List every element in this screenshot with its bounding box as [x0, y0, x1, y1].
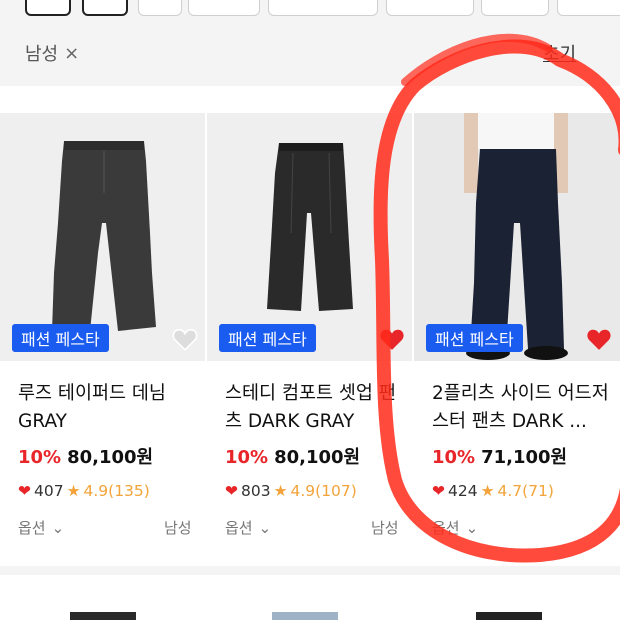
active-filter-tag[interactable]: 남성 ×	[25, 40, 79, 66]
product-name[interactable]: 루즈 테이퍼드 데님 GRAY	[18, 380, 198, 436]
star-icon: ★	[273, 482, 288, 500]
next-row-images	[70, 612, 542, 622]
chevron-down-icon: ⌄	[258, 518, 272, 537]
option-label: 옵션	[225, 519, 253, 537]
rating: 4.9(107)	[290, 482, 357, 500]
product-stats: ❤ 407 ★ 4.9(135)	[18, 482, 150, 500]
active-filter-label: 남성	[25, 44, 59, 65]
option-label: 옵션	[432, 519, 460, 537]
rating: 4.7(71)	[497, 482, 554, 500]
heart-filled-icon[interactable]	[586, 327, 612, 351]
heart-outline-icon[interactable]	[172, 327, 198, 351]
product-name[interactable]: 스테디 컴포트 셋업 팬츠 DARK GRAY	[225, 380, 405, 436]
filter-chip[interactable]	[188, 0, 260, 16]
sale-price: 80,100원	[274, 447, 361, 468]
product-image-peek	[272, 612, 338, 622]
star-icon: ★	[480, 482, 495, 500]
option-dropdown[interactable]: 옵션 ⌄	[432, 517, 478, 538]
product-price: 10% 71,100원	[432, 443, 567, 469]
option-label: 옵션	[18, 519, 46, 537]
like-count: 803	[241, 482, 271, 500]
product-price: 10% 80,100원	[18, 443, 153, 469]
promo-badge: 패션 페스타	[12, 324, 109, 352]
filter-chip[interactable]	[557, 0, 620, 16]
heart-icon: ❤	[432, 482, 445, 500]
gender-label: 남성	[164, 519, 192, 537]
filter-chip[interactable]	[481, 0, 549, 16]
filter-chip[interactable]	[138, 0, 182, 16]
filter-chip[interactable]	[386, 0, 474, 16]
product-name[interactable]: 2플리츠 사이드 어드저스터 팬츠 DARK ...	[432, 380, 612, 436]
close-icon[interactable]: ×	[64, 43, 79, 64]
promo-badge: 패션 페스타	[219, 324, 316, 352]
filter-chip[interactable]	[25, 0, 71, 16]
heart-icon: ❤	[18, 482, 31, 500]
promo-badge: 패션 페스타	[426, 324, 523, 352]
like-count: 424	[448, 482, 478, 500]
option-dropdown[interactable]: 옵션 ⌄	[18, 517, 64, 538]
rating: 4.9(135)	[83, 482, 150, 500]
heart-filled-icon[interactable]	[379, 327, 405, 351]
product-stats: ❤ 424 ★ 4.7(71)	[432, 482, 554, 500]
sale-price: 71,100원	[481, 447, 568, 468]
chevron-down-icon: ⌄	[51, 518, 65, 537]
discount-rate: 10%	[432, 447, 476, 468]
filter-chip[interactable]	[82, 0, 128, 16]
product-image-peek	[70, 612, 136, 622]
like-count: 407	[34, 482, 64, 500]
reset-filters-button[interactable]: 초기	[543, 40, 576, 66]
product-image-peek	[476, 612, 542, 622]
discount-rate: 10%	[18, 447, 62, 468]
gender-label: 남성	[371, 519, 399, 537]
product-price: 10% 80,100원	[225, 443, 360, 469]
filter-chip-row	[0, 0, 620, 16]
star-icon: ★	[66, 482, 81, 500]
filter-chip[interactable]	[268, 0, 378, 16]
discount-rate: 10%	[225, 447, 269, 468]
option-dropdown[interactable]: 옵션 ⌄	[225, 517, 271, 538]
heart-icon: ❤	[225, 482, 238, 500]
product-grid-next-row	[0, 575, 620, 635]
chevron-down-icon: ⌄	[465, 518, 479, 537]
product-stats: ❤ 803 ★ 4.9(107)	[225, 482, 357, 500]
sale-price: 80,100원	[67, 447, 154, 468]
